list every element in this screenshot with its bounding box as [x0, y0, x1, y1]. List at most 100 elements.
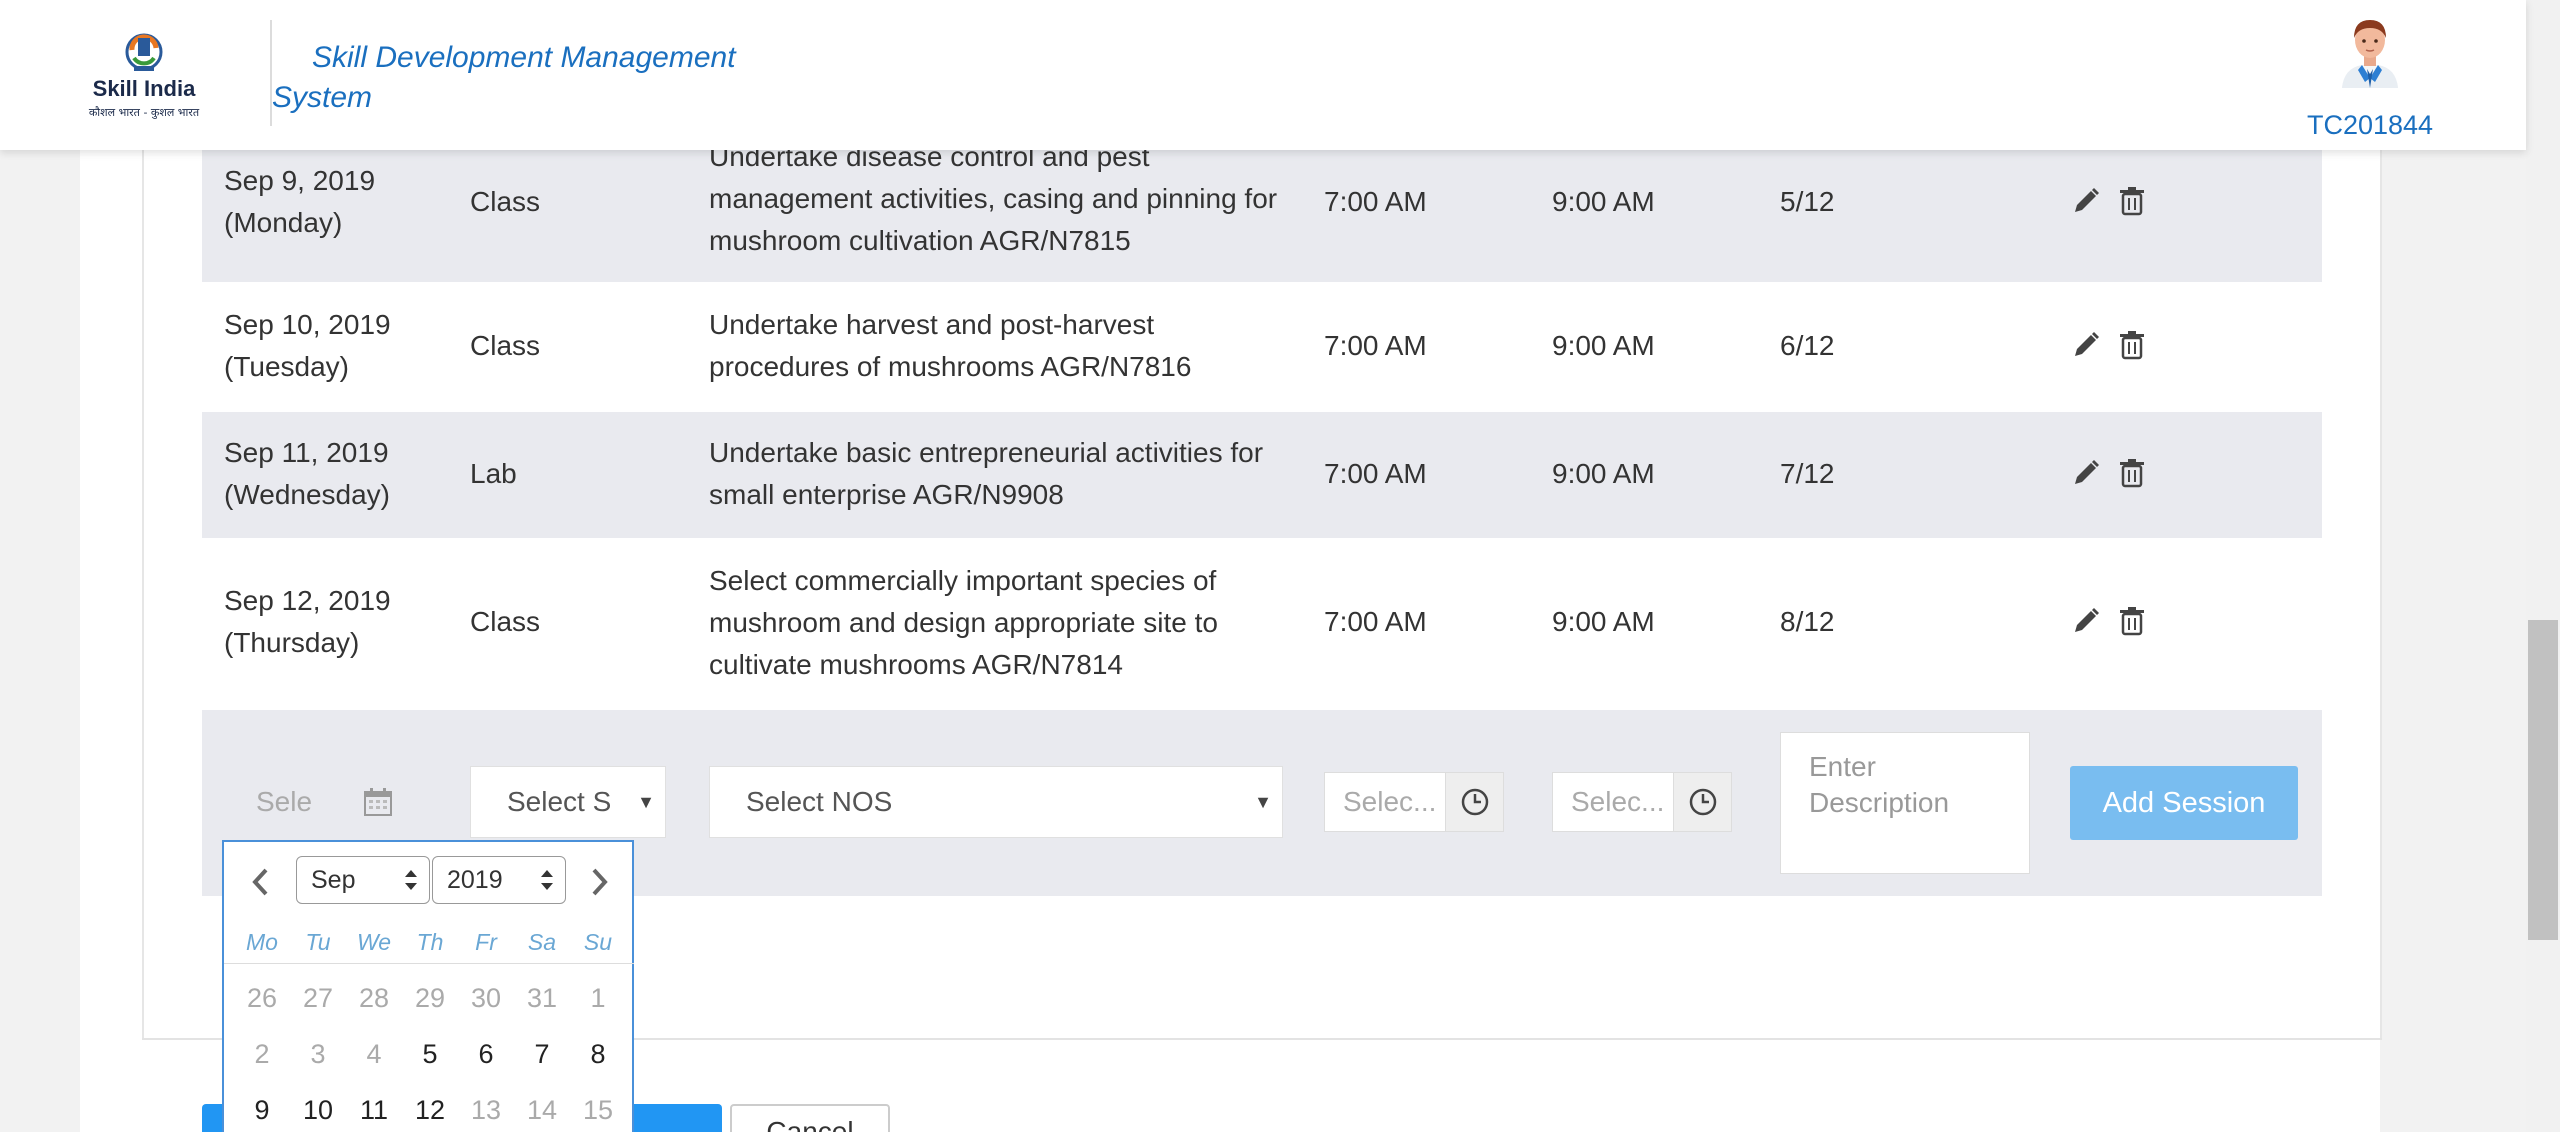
start-time-clock-button[interactable]: [1445, 773, 1503, 831]
datepicker-day[interactable]: 27: [290, 978, 346, 1018]
delete-trash-icon[interactable]: [2116, 605, 2148, 637]
session-progress: 8/12: [1780, 606, 1835, 637]
sort-updown-icon: [405, 870, 417, 890]
session-end-time: 9:00 AM: [1552, 330, 1655, 361]
session-date: Sep 12, 2019 (Thursday): [224, 585, 391, 658]
session-date: Sep 11, 2019 (Wednesday): [224, 437, 391, 510]
datepicker-year-value: 2019: [447, 866, 503, 894]
session-start-time: 7:00 AM: [1324, 330, 1427, 361]
datepicker-day[interactable]: 1: [570, 978, 626, 1018]
edit-pencil-icon[interactable]: [2070, 185, 2102, 217]
datepicker-day[interactable]: 5: [402, 1034, 458, 1074]
edit-pencil-icon[interactable]: [2070, 605, 2102, 637]
session-actions: [2070, 322, 2154, 364]
description-textarea[interactable]: Enter Description: [1780, 732, 2030, 874]
datepicker-weekday-label: Mo: [246, 929, 278, 955]
page-scrollbar[interactable]: [2526, 0, 2560, 1132]
datepicker-day[interactable]: 10: [290, 1090, 346, 1130]
session-type: Class: [470, 330, 541, 361]
chevron-right-icon[interactable]: [584, 862, 614, 902]
session-nos: Undertake harvest and post-harvest proce…: [709, 309, 1192, 382]
user-id-label[interactable]: TC201844: [2300, 110, 2440, 141]
datepicker-year-select[interactable]: 2019: [432, 856, 566, 904]
datepicker-weekday-label: We: [356, 929, 392, 955]
delete-trash-icon[interactable]: [2116, 329, 2148, 361]
calendar-icon[interactable]: [362, 786, 394, 818]
session-end-time: 9:00 AM: [1552, 458, 1655, 489]
session-actions: [2070, 178, 2154, 220]
datepicker-day[interactable]: 13: [458, 1090, 514, 1130]
session-row: Sep 10, 2019 (Tuesday) Class Undertake ha…: [202, 282, 2322, 412]
session-row: Sep 12, 2019 (Thursday) Class Select comm…: [202, 538, 2322, 710]
clock-icon: [1689, 788, 1717, 816]
end-time-placeholder: Selec...: [1571, 786, 1665, 817]
session-type: Class: [470, 606, 541, 637]
datepicker-day[interactable]: 6: [458, 1034, 514, 1074]
edit-pencil-icon[interactable]: [2070, 457, 2102, 489]
datepicker-weekday-header: Mo Tu We Th Fr Sa Su: [224, 924, 634, 964]
svg-text:Skill India: Skill India: [93, 76, 196, 101]
dropdown-caret-icon: ▼: [637, 792, 655, 812]
session-end-time: 9:00 AM: [1552, 606, 1655, 637]
datepicker-weekday-label: Su: [583, 929, 613, 955]
session-row: Sep 11, 2019 (Wednesday) Lab Undertake ba…: [202, 412, 2322, 538]
avatar-icon[interactable]: [2334, 14, 2406, 88]
session-nos: Select commercially important species of…: [709, 565, 1218, 680]
datepicker-weekday-label: Sa: [527, 929, 557, 955]
page-background-left: [0, 0, 80, 1132]
end-time-clock-button[interactable]: [1673, 773, 1731, 831]
delete-trash-icon[interactable]: [2116, 457, 2148, 489]
nos-select[interactable]: Select NOS ▼: [709, 766, 1283, 838]
session-start-time: 7:00 AM: [1324, 458, 1427, 489]
page-scrollbar-thumb[interactable]: [2528, 620, 2558, 940]
datepicker-day[interactable]: 9: [234, 1090, 290, 1130]
datepicker-day[interactable]: 31: [514, 978, 570, 1018]
datepicker-day[interactable]: 7: [514, 1034, 570, 1074]
page-background-right: [2380, 0, 2526, 1132]
session-start-time: 7:00 AM: [1324, 606, 1427, 637]
session-nos: Undertake basic entrepreneurial activiti…: [709, 437, 1264, 510]
app-header: Skill India कौशल भारत - कुशल भारत Skill …: [0, 0, 2526, 150]
nos-select-value: Select NOS: [746, 786, 893, 817]
datepicker-day[interactable]: 3: [290, 1034, 346, 1074]
svg-text:कौशल भारत - कुशल भारत: कौशल भारत - कुशल भारत: [89, 106, 200, 119]
inner-border-right: [2380, 0, 2382, 1040]
cancel-button[interactable]: Cancel: [730, 1104, 890, 1132]
session-date: Sep 10, 2019 (Tuesday): [224, 309, 391, 382]
inner-border-left: [142, 0, 144, 1040]
app-title: Skill Development Management System: [272, 41, 736, 114]
datepicker-day[interactable]: 26: [234, 978, 290, 1018]
session-end-time: 9:00 AM: [1552, 186, 1655, 217]
delete-trash-icon[interactable]: [2116, 185, 2148, 217]
edit-pencil-icon[interactable]: [2070, 329, 2102, 361]
session-start-time: 7:00 AM: [1324, 186, 1427, 217]
datepicker-weekday-label: Fr: [475, 929, 497, 955]
start-time-input[interactable]: Selec...: [1324, 772, 1504, 832]
start-time-placeholder: Selec...: [1343, 786, 1437, 817]
session-actions: [2070, 598, 2154, 640]
session-type: Lab: [470, 458, 517, 489]
clock-icon: [1461, 788, 1489, 816]
datepicker-month-value: Sep: [311, 866, 356, 894]
chevron-left-icon[interactable]: [246, 862, 276, 902]
datepicker-day[interactable]: 4: [346, 1034, 402, 1074]
session-type-select[interactable]: Select S ▼: [470, 766, 666, 838]
datepicker-weekday-label: Th: [416, 929, 444, 955]
add-session-button[interactable]: Add Session: [2070, 766, 2298, 840]
datepicker-day[interactable]: 29: [402, 978, 458, 1018]
datepicker-day[interactable]: 30: [458, 978, 514, 1018]
session-progress: 5/12: [1780, 186, 1835, 217]
dropdown-caret-icon: ▼: [1254, 792, 1272, 812]
skill-india-logo[interactable]: Skill India कौशल भारत - कुशल भारत: [78, 24, 210, 128]
datepicker-day[interactable]: 14: [514, 1090, 570, 1130]
session-nos: Undertake disease control and pest manag…: [709, 141, 1278, 256]
datepicker-day[interactable]: 15: [570, 1090, 626, 1130]
session-type-select-value: Select S: [507, 786, 612, 817]
datepicker-day[interactable]: 2: [234, 1034, 290, 1074]
datepicker-month-select[interactable]: Sep: [296, 856, 430, 904]
datepicker-day[interactable]: 12: [402, 1090, 458, 1130]
datepicker-day[interactable]: 11: [346, 1090, 402, 1130]
datepicker-day[interactable]: 8: [570, 1034, 626, 1074]
end-time-input[interactable]: Selec...: [1552, 772, 1732, 832]
datepicker-day[interactable]: 28: [346, 978, 402, 1018]
